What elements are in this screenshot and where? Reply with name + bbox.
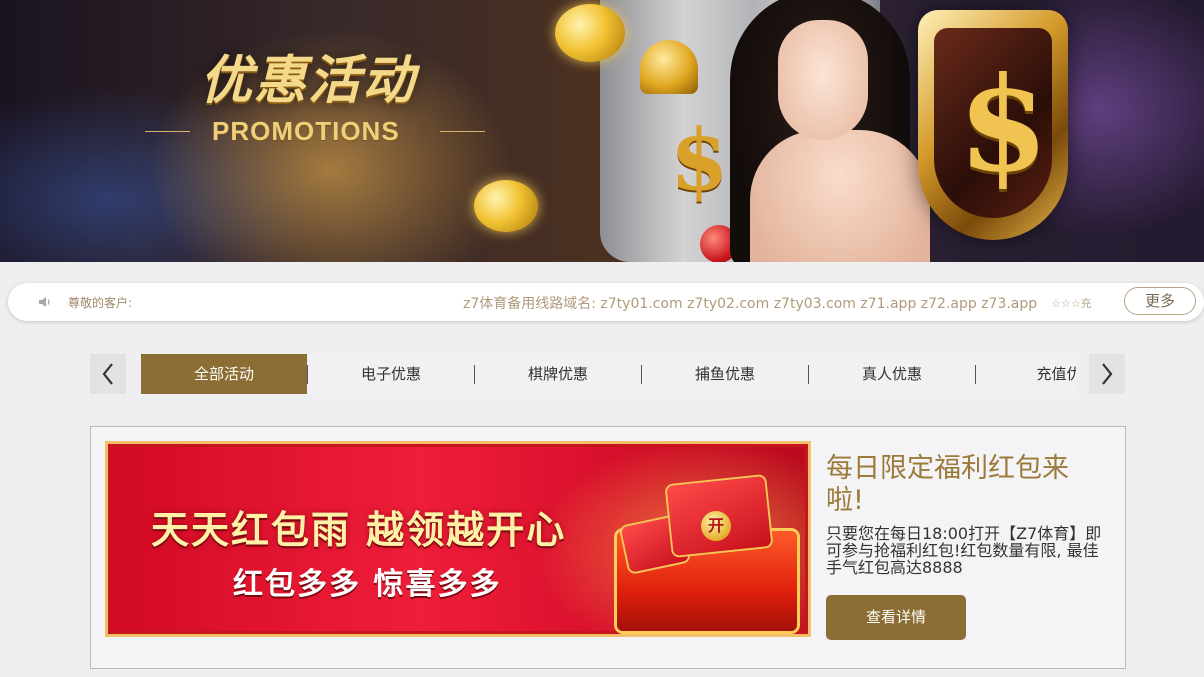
model-photo (720, 0, 950, 262)
gold-shield-dollar-icon: $ (918, 10, 1068, 240)
announcement-text: z7体育备用线路域名: z7ty01.com z7ty02.com z7ty03… (463, 296, 1038, 312)
promotion-card: 开 天天红包雨 越领越开心 红包多多 惊喜多多 每日限定福利红包来啦! 只要您在… (90, 426, 1126, 669)
promotions-hero-banner: 优惠活动 PROMOTIONS $ $ (0, 0, 1204, 262)
promotion-category-tabs: 全部活动 电子优惠 棋牌优惠 捕鱼优惠 真人优惠 充值优 (141, 354, 1076, 394)
banner-headline: 天天红包雨 越领越开心 (151, 508, 567, 552)
tabs-next-button[interactable] (1089, 354, 1125, 394)
view-details-button[interactable]: 查看详情 (826, 595, 966, 640)
tab-all-activities[interactable]: 全部活动 (141, 354, 307, 394)
gold-coin-icon (474, 180, 538, 232)
tabs-prev-button[interactable] (90, 354, 126, 394)
gold-coin-icon (555, 4, 625, 62)
hero-divider-right (440, 131, 485, 132)
tab-fishing[interactable]: 捕鱼优惠 (642, 354, 808, 394)
bell-icon (640, 40, 698, 94)
tab-electronic[interactable]: 电子优惠 (308, 354, 474, 394)
announcement-label: 尊敬的客户: (68, 296, 133, 310)
tab-chess-cards[interactable]: 棋牌优惠 (475, 354, 641, 394)
speaker-icon (39, 297, 50, 307)
shield-inner: $ (934, 28, 1052, 218)
chevron-left-icon (102, 363, 113, 385)
chevron-right-icon (1102, 363, 1113, 385)
promotion-description: 只要您在每日18:00打开【Z7体育】即可参与抢福利红包!红包数量有限, 最佳手… (826, 524, 1102, 577)
hero-title-english: PROMOTIONS (212, 116, 400, 146)
promotion-banner-image[interactable]: 开 天天红包雨 越领越开心 红包多多 惊喜多多 (105, 441, 811, 637)
promotion-title: 每日限定福利红包来啦! (826, 453, 1069, 516)
announcement-bar: 尊敬的客户: z7体育备用线路域名: z7ty01.com z7ty02.com… (8, 283, 1204, 321)
shield-dollar-icon: $ (958, 48, 1049, 201)
hero-title-chinese: 优惠活动 (200, 51, 417, 111)
tab-deposit[interactable]: 充值优 (976, 354, 1076, 394)
tab-live-casino[interactable]: 真人优惠 (809, 354, 975, 394)
hero-divider-left (145, 131, 190, 132)
more-button[interactable]: 更多 (1124, 287, 1196, 315)
open-badge: 开 (701, 511, 731, 541)
model-body (750, 130, 930, 262)
banner-subheadline: 红包多多 惊喜多多 (233, 567, 502, 602)
announcement-tail: ☆☆☆充 (1051, 297, 1092, 310)
model-face (778, 20, 868, 140)
